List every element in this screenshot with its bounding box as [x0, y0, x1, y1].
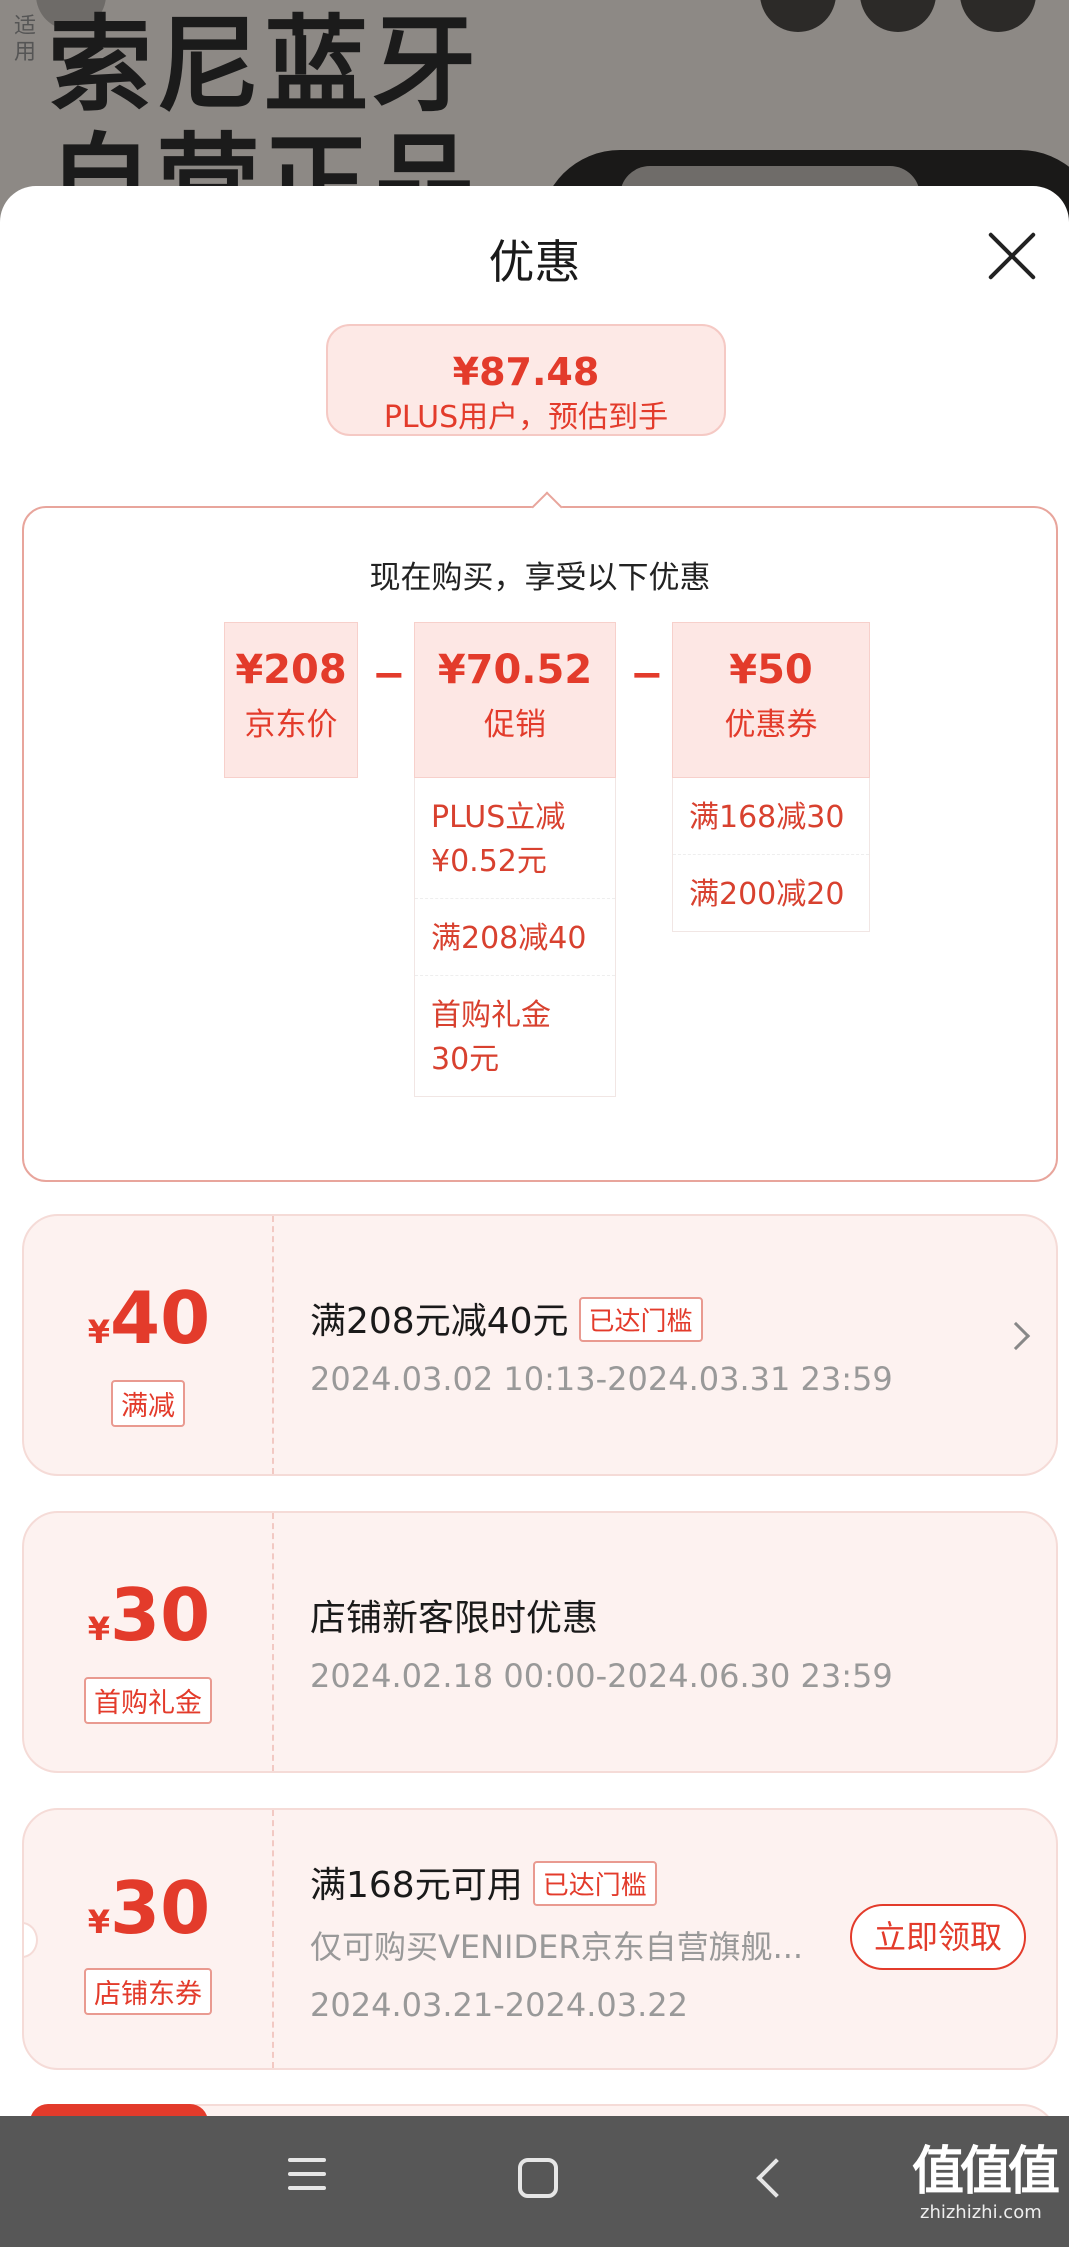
coupon-label: 优惠券: [724, 707, 818, 743]
coupon-validity: 2024.03.02 10:13-2024.03.31 23:59: [310, 1360, 893, 1398]
minus-sign: −: [630, 652, 664, 698]
sheet-title: 优惠: [488, 235, 581, 289]
coupon-title: 满168元可用 已达门槛: [310, 1856, 657, 1910]
coupon-box: ¥50 优惠券: [672, 622, 870, 778]
panel-pointer: [531, 491, 563, 523]
product-side-text: 适用: [14, 14, 37, 65]
coupon-amount-area: ¥30 店铺东券: [24, 1810, 274, 2068]
watermark-logo: 值值值: [912, 2142, 1060, 2202]
coupon-amount-area: ¥30 首购礼金: [24, 1513, 274, 1771]
estimated-price: ¥87.48: [452, 350, 600, 394]
coupon-card[interactable]: ¥40 满减 满208元减40元 已达门槛 2024.03.02 10:13-20…: [22, 1214, 1058, 1476]
coupon-validity: 2024.03.21-2024.03.22: [310, 1986, 688, 2024]
coupon-amount: ¥40: [24, 1282, 274, 1354]
estimated-price-card: ¥87.48 PLUS用户，预估到手: [326, 324, 726, 436]
promo-detail-item: PLUS立减 ¥0.52元: [415, 778, 615, 899]
price-calculation-panel: 现在购买，享受以下优惠 ¥208 京东价 − ¥70.52 促销 PLUS立减 …: [22, 491, 1058, 1182]
currency-symbol: ¥: [87, 1313, 111, 1351]
currency-symbol: ¥: [87, 1610, 111, 1648]
screen: 适用 索尼蓝牙 自营正品 优惠 ¥87.48 PLUS用户，预估到手 现在购买，…: [0, 0, 1069, 2247]
coupon-title-text: 满168元可用: [310, 1865, 523, 1906]
jd-price-box: ¥208 京东价: [224, 622, 358, 778]
coupon-title: 满208元减40元 已达门槛: [310, 1292, 703, 1346]
coupon-title-text: 满208元减40元: [310, 1301, 569, 1342]
coupon-amount: ¥30: [24, 1872, 274, 1944]
coupon-detail-item: 满200减20: [689, 877, 845, 912]
share-icon[interactable]: [860, 0, 936, 32]
coupon-amount-number: 30: [110, 1866, 211, 1950]
coupon-card: ¥30 首购礼金 店铺新客限时优惠 2024.02.18 00:00-2024.…: [22, 1511, 1058, 1773]
back-nav-icon[interactable]: [756, 2158, 796, 2198]
coupon-card: ¥30 店铺东券 满168元可用 已达门槛 仅可购买VENIDER京东自营旗舰..…: [22, 1808, 1058, 2070]
jd-price-label: 京东价: [244, 707, 338, 743]
home-icon[interactable]: [518, 2158, 558, 2198]
minus-sign: −: [372, 652, 406, 698]
promo-detail-item: 首购礼金 30元: [431, 998, 551, 1077]
chevron-right-icon[interactable]: [1001, 1321, 1031, 1351]
calc-title: 现在购买，享受以下优惠: [369, 560, 711, 596]
coupon-amount-area: ¥40 满减: [24, 1216, 274, 1474]
promo-label: 促销: [484, 707, 546, 743]
coupon-type-tag: 满减: [111, 1380, 185, 1427]
coupon-value: ¥50: [729, 647, 813, 693]
coupon-type-tag: 店铺东券: [84, 1968, 212, 2015]
coupon-type-tag: 首购礼金: [84, 1677, 212, 1724]
coupon-description: 仅可购买VENIDER京东自营旗舰...: [310, 1928, 804, 1966]
close-icon[interactable]: [984, 228, 1040, 284]
system-nav-bar: 值值值 zhizhizhi.com: [0, 2116, 1069, 2247]
more-icon[interactable]: [960, 0, 1036, 32]
threshold-badge: 已达门槛: [532, 1860, 657, 1906]
threshold-badge: 已达门槛: [578, 1296, 703, 1342]
promo-detail-item: 满208减40: [415, 899, 615, 976]
favorite-icon[interactable]: [760, 0, 836, 32]
promo-detail-list: PLUS立减 ¥0.52元 满208减40 首购礼金 30元: [414, 778, 616, 1097]
coupon-validity: 2024.02.18 00:00-2024.06.30 23:59: [310, 1657, 893, 1695]
coupon-detail-list: 满168减30 满200减20: [672, 778, 870, 932]
coupon-amount-number: 40: [110, 1276, 211, 1360]
coupon-amount: ¥30: [24, 1579, 274, 1651]
estimated-price-label: PLUS用户，预估到手: [383, 400, 669, 435]
jd-price-value: ¥208: [235, 647, 347, 693]
coupon-title: 店铺新客限时优惠: [310, 1598, 599, 1639]
promo-value: ¥70.52: [437, 647, 593, 693]
watermark-url: zhizhizhi.com: [920, 2202, 1042, 2223]
claim-coupon-button[interactable]: 立即领取: [850, 1904, 1026, 1970]
coupon-amount-number: 30: [110, 1573, 211, 1657]
currency-symbol: ¥: [87, 1903, 111, 1941]
promo-box: ¥70.52 促销: [414, 622, 616, 778]
coupon-detail-item: 满168减30: [673, 778, 869, 855]
recent-apps-icon[interactable]: [288, 2158, 326, 2196]
